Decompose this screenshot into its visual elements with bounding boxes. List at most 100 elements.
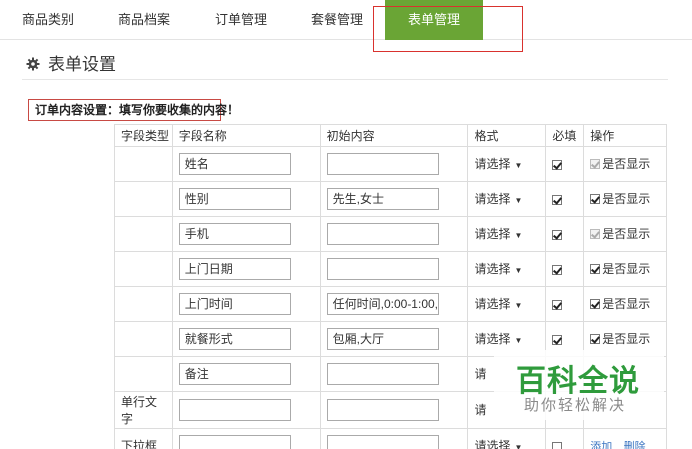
header-format: 格式 xyxy=(467,124,547,147)
tab-order-management[interactable]: 订单管理 xyxy=(201,0,281,40)
header-actions: 操作 xyxy=(583,124,667,147)
required-checkbox[interactable] xyxy=(552,299,563,310)
required-checkbox[interactable] xyxy=(552,441,563,449)
chevron-down-icon: ▼ xyxy=(514,266,523,276)
tab-form-management[interactable]: 表单管理 xyxy=(385,0,483,40)
actions-cell xyxy=(583,355,667,392)
show-label: 是否显示 xyxy=(602,262,651,277)
header-required: 必填 xyxy=(545,124,585,147)
field-name-input[interactable]: 性别 xyxy=(178,187,291,210)
initial-content-input[interactable]: 先生,女士 xyxy=(326,187,439,210)
format-select[interactable]: 请选择 ▼ xyxy=(474,157,522,171)
required-checkbox[interactable] xyxy=(552,229,563,240)
field-type-cell xyxy=(114,215,173,252)
table-row: 上门时间 任何时间,0:00-1:00,1:0 请选择▼ 是否显示 xyxy=(114,285,667,322)
field-name-input[interactable]: 手机 xyxy=(178,222,291,245)
format-select[interactable]: 请选择 ▼ xyxy=(474,439,522,449)
show-checkbox[interactable] xyxy=(590,228,601,239)
chevron-down-icon: ▼ xyxy=(514,161,523,171)
chevron-down-icon: ▼ xyxy=(514,196,523,206)
initial-content-input[interactable] xyxy=(326,152,439,175)
show-checkbox[interactable] xyxy=(590,333,601,344)
table-header-row: 字段类型 字段名称 初始内容 格式 必填 操作 xyxy=(114,124,667,147)
table-row: 姓名 请选择 ▼ 是否显示 xyxy=(114,146,667,182)
header-field-type: 字段类型 xyxy=(114,124,173,147)
format-select[interactable]: 请 xyxy=(474,403,486,417)
chevron-down-icon: ▼ xyxy=(514,443,523,449)
field-type-cell xyxy=(114,146,173,182)
required-checkbox[interactable] xyxy=(552,334,563,345)
tab-product-archive[interactable]: 商品档案 xyxy=(104,0,184,40)
initial-content-input[interactable] xyxy=(326,257,439,280)
field-name-input[interactable] xyxy=(178,434,291,449)
required-cell xyxy=(545,390,585,429)
initial-content-input[interactable] xyxy=(326,434,439,449)
format-select[interactable]: 请 xyxy=(474,367,486,381)
actions-cell xyxy=(583,390,667,429)
show-checkbox[interactable] xyxy=(590,158,601,169)
form-fields-table: 字段类型 字段名称 初始内容 格式 必填 操作 姓名 请选择 ▼ 是否显示 性别 … xyxy=(114,124,667,449)
table-row: 就餐形式 包厢,大厅 请选择 ▼ 是否显示 xyxy=(114,320,667,357)
field-type-cell xyxy=(114,250,173,287)
show-label: 是否显示 xyxy=(602,332,651,347)
format-select[interactable]: 请选择 ▼ xyxy=(474,332,522,346)
field-type-cell xyxy=(114,285,173,322)
field-type-label: 单行文字 xyxy=(121,394,158,426)
format-select-value: 请选择 xyxy=(474,262,511,277)
format-select[interactable]: 请选择 ▼ xyxy=(474,262,522,276)
initial-content-input[interactable] xyxy=(326,222,439,245)
table-row: 备注 请 xyxy=(114,355,667,392)
format-select-value: 请选择 xyxy=(474,157,511,172)
table-row: 性别 先生,女士 请选择 ▼ 是否显示 xyxy=(114,180,667,217)
field-name-input[interactable]: 上门时间 xyxy=(178,292,291,315)
format-select[interactable]: 请选择 ▼ xyxy=(474,297,522,311)
field-name-input[interactable]: 就餐形式 xyxy=(178,327,291,350)
field-name-input[interactable]: 备注 xyxy=(178,362,291,385)
add-link[interactable]: 添加 xyxy=(590,441,612,449)
field-type-cell xyxy=(114,355,173,392)
format-select[interactable]: 请选择 ▼ xyxy=(474,192,522,206)
show-label: 是否显示 xyxy=(602,192,651,207)
header-initial-content: 初始内容 xyxy=(319,124,469,147)
format-select-value: 请选择 xyxy=(474,332,511,347)
show-label: 是否显示 xyxy=(602,297,651,312)
show-checkbox[interactable] xyxy=(590,298,601,309)
chevron-down-icon: ▼ xyxy=(514,336,523,346)
gear-icon xyxy=(26,56,40,70)
required-cell xyxy=(545,355,585,392)
field-type-cell: 单行文字 xyxy=(114,390,173,429)
required-checkbox[interactable] xyxy=(552,194,563,205)
page-title: 表单设置 xyxy=(26,50,116,75)
required-checkbox[interactable] xyxy=(552,159,563,170)
initial-content-input[interactable] xyxy=(326,362,439,385)
format-select-value: 请选择 xyxy=(474,297,511,312)
field-type-cell: 下拉框 xyxy=(114,427,173,449)
show-label: 是否显示 xyxy=(602,157,651,172)
field-type-cell xyxy=(114,320,173,357)
format-select-value: 请 xyxy=(474,403,487,418)
format-select-value: 请选择 xyxy=(474,227,511,242)
initial-content-input[interactable] xyxy=(326,398,439,421)
delete-link[interactable]: 删除 xyxy=(624,441,646,449)
show-checkbox[interactable] xyxy=(590,193,601,204)
table-row: 手机 请选择 ▼ 是否显示 xyxy=(114,215,667,252)
initial-content-input[interactable]: 任何时间,0:00-1:00,1:0 xyxy=(326,292,439,315)
tab-product-category[interactable]: 商品类别 xyxy=(8,0,88,40)
page-title-text: 表单设置 xyxy=(48,55,116,74)
show-label: 是否显示 xyxy=(602,227,651,242)
initial-content-input[interactable]: 包厢,大厅 xyxy=(326,327,439,350)
field-name-input[interactable]: 姓名 xyxy=(178,152,291,175)
field-name-input[interactable] xyxy=(178,398,291,421)
title-divider xyxy=(22,79,668,80)
section-label: 订单内容设置：填写你要收集的内容！ xyxy=(28,99,239,121)
format-select-value: 请 xyxy=(474,367,487,382)
header-field-name: 字段名称 xyxy=(171,124,321,147)
chevron-down-icon: ▼ xyxy=(514,231,523,241)
format-select[interactable]: 请选择 ▼ xyxy=(474,227,522,241)
tab-package-management[interactable]: 套餐管理 xyxy=(297,0,377,40)
required-checkbox[interactable] xyxy=(552,264,563,275)
format-select-value: 请选择 xyxy=(474,439,511,449)
show-checkbox[interactable] xyxy=(590,263,601,274)
table-row: 上门日期 请选择 ▼ 是否显示 xyxy=(114,250,667,287)
field-name-input[interactable]: 上门日期 xyxy=(178,257,291,280)
